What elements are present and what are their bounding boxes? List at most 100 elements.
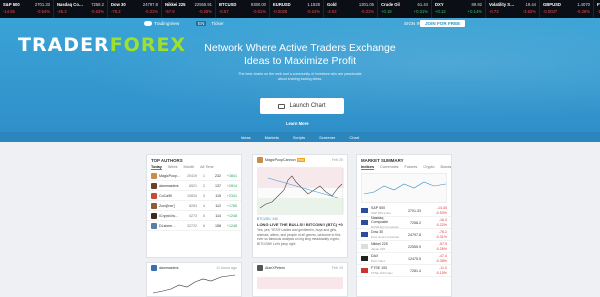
- idea-title[interactable]: LONG LIVE THE BULLS!! BITCOIN!! (BTC) +0: [253, 221, 347, 228]
- author-ideas: 4: [203, 203, 205, 208]
- author-row[interactable]: alanmasters 6521 2 137 +2814: [147, 181, 241, 191]
- author-followers: 10834: [187, 193, 197, 198]
- market-value: 12475.5: [408, 256, 421, 261]
- author-rep: 115: [215, 193, 221, 198]
- author-name[interactable]: DLsimm…: [159, 224, 176, 228]
- ticker-item[interactable]: Volatility S… 19.44 -0.73 -3.62%: [486, 0, 540, 18]
- top-authors-title: TOP AUTHORS: [151, 158, 183, 163]
- sign-in-link[interactable]: SIGN IN: [404, 21, 421, 26]
- author-ideas: 1: [203, 173, 205, 178]
- idea-author[interactable]: MagicPoopCannon: [265, 158, 296, 162]
- flag-icon: [361, 220, 368, 225]
- author-ideas: 5: [203, 213, 205, 218]
- author-row[interactable]: ICryptoVa… 4273 5 114 +1248: [147, 211, 241, 221]
- market-row[interactable]: S&P 500 S&P 500 Index 2701.33 -14.45 -0.53…: [357, 205, 451, 217]
- author-row[interactable]: MagicPoop… 20419 1 232 +3841: [147, 171, 241, 181]
- tab-all-time[interactable]: All Time: [200, 165, 214, 170]
- author-name[interactable]: Zoro[Iner]: [159, 204, 175, 208]
- subnav-item-scripts[interactable]: Scripts: [293, 135, 305, 140]
- market-sub: DAX Index: [371, 258, 386, 263]
- subnav-item-ideas[interactable]: Ideas: [241, 135, 251, 140]
- ticker-item[interactable]: DXY 89.92 +0.13 +0.14%: [432, 0, 486, 18]
- idea-author[interactable]: alanmasters: [159, 266, 179, 270]
- market-tab-futures[interactable]: Futures: [404, 165, 417, 170]
- ticker-item[interactable]: Gold 1301.05 -4.02 -0.31%: [324, 0, 378, 18]
- ticker-pct: -0.54%: [36, 9, 50, 14]
- traderforex-logo: TRADERFOREX: [18, 34, 186, 56]
- ticker-item[interactable]: EURUSD 1.1828 -0.0028 -0.24%: [270, 0, 324, 18]
- market-row[interactable]: FTSE 100 FTSE 100 Index 7281.4 -11.0 -0.15…: [357, 265, 451, 277]
- ticker-item[interactable]: Nikkei 225 22555.91 -57.9 -0.25%: [162, 0, 216, 18]
- ticker-name: Nasdaq Co…: [57, 2, 84, 7]
- author-name[interactable]: MagicPoop…: [159, 174, 181, 178]
- ticker-item[interactable]: GBPUSD 1.4070 -0.0037 -0.26%: [540, 0, 594, 18]
- author-row[interactable]: DLsimm… 32722 6 158 +1248: [147, 221, 241, 231]
- ticker-pct: -0.26%: [576, 9, 590, 14]
- ticker-item[interactable]: Crude Oil 61.44 +0.19 +0.31%: [378, 0, 432, 18]
- launch-chart-button[interactable]: Launch Chart: [260, 98, 344, 114]
- author-name[interactable]: ICryptoVa…: [159, 214, 178, 218]
- market-summary-card: MARKET SUMMARY Indices Currencies Futures C…: [356, 154, 452, 297]
- author-row[interactable]: Zoro[Iner] 8263 4 112 +1765: [147, 201, 241, 211]
- market-value: 2701.33: [408, 208, 421, 213]
- ticker-change: -76.2: [111, 9, 121, 14]
- ticker-value: 1301.05: [358, 2, 374, 7]
- ticker-pct: -0.31%: [144, 9, 158, 14]
- author-name[interactable]: alanmasters: [159, 184, 179, 188]
- hero-subtitle: The best charts on the web and a communi…: [238, 72, 362, 81]
- language-button[interactable]: EN: [196, 21, 207, 26]
- author-followers: 4273: [189, 213, 197, 218]
- ticker-item[interactable]: Nasdaq Co… 7258.2 -46.3 -0.63%: [54, 0, 108, 18]
- ticker-change: -4.02: [327, 9, 337, 14]
- market-tab-currencies[interactable]: Currencies: [380, 165, 398, 170]
- author-row[interactable]: CoCa90 10834 3 115 +2341: [147, 191, 241, 201]
- ticker-item[interactable]: Dow 30 24797.8 -76.2 -0.31%: [108, 0, 162, 18]
- market-tab-indices[interactable]: Indices: [361, 165, 375, 170]
- author-name[interactable]: CoCa90: [159, 194, 172, 198]
- author-avatar: [257, 265, 263, 271]
- ticker-strip: S&P 500 2701.33 -14.55 -0.54% Nasdaq Co… 725…: [0, 0, 600, 18]
- market-row[interactable]: Nasdaq Composite NASDAQ Composite 7258.2 …: [357, 216, 451, 229]
- join-button[interactable]: JOIN FOR FREE: [420, 20, 466, 27]
- subnav-item-chart[interactable]: Chart: [349, 135, 359, 140]
- subnav-item-markets[interactable]: Markets: [265, 135, 279, 140]
- market-sub: S&P 500 Index: [371, 210, 391, 215]
- idea-card-bottom-mid[interactable]: AlanXPeters Feb 19: [252, 262, 348, 297]
- author-followers: 32722: [187, 223, 197, 228]
- candle-chart: [258, 168, 344, 214]
- learn-more-link[interactable]: Learn More: [286, 121, 309, 126]
- market-row[interactable]: Nikkei 225 Japan 225 22555.9 -57.9 -0.26%: [357, 241, 451, 253]
- market-tab-crypto[interactable]: Crypto: [423, 165, 434, 170]
- author-delta: +1248: [226, 223, 237, 228]
- ticker-change: +0.13: [435, 9, 446, 14]
- flag-icon: [361, 232, 368, 237]
- author-rep: 112: [215, 203, 221, 208]
- idea-card-bottom-left[interactable]: alanmasters 11 hours ago: [146, 262, 242, 297]
- tab-today[interactable]: Today: [151, 165, 162, 170]
- ticker-item[interactable]: BTCUSD 9380.00 -0.57 -0.01%: [216, 0, 270, 18]
- flag-icon: [361, 256, 368, 261]
- tradingview-logo[interactable]: TradingView: [144, 21, 179, 26]
- ticker-pct: -0.25%: [198, 9, 212, 14]
- market-pct: -0.38%: [435, 258, 447, 263]
- tab-week[interactable]: Week: [168, 165, 178, 170]
- subnav-item-screener[interactable]: Screener: [319, 135, 335, 140]
- market-tab-bonds[interactable]: Bonds: [441, 165, 451, 170]
- ticker-menu[interactable]: Ticker: [211, 21, 223, 26]
- market-row[interactable]: DAX DAX Index 12475.5 -47.4 -0.38%: [357, 253, 451, 265]
- idea-chart-thumbnail[interactable]: [257, 167, 344, 215]
- hero-title: Network Where Active Traders Exchange Id…: [204, 42, 396, 67]
- tab-month[interactable]: Month: [184, 165, 195, 170]
- market-row[interactable]: Dow 30 Dow Jones Industrial 24797.8 -76.2…: [357, 229, 451, 241]
- idea-header: alanmasters 11 hours ago: [147, 263, 241, 273]
- ticker-item[interactable]: FTSE 1007281.4 -11.0-0.15%: [594, 0, 600, 18]
- cloud-icon: [144, 21, 152, 26]
- idea-author[interactable]: AlanXPeters: [265, 266, 285, 270]
- top-authors-card: TOP AUTHORS Today Week Month All Time Magic…: [146, 154, 242, 258]
- author-rep: 137: [215, 183, 221, 188]
- ticker-value: 7258.2: [91, 2, 104, 7]
- idea-header: MagicPoopCannon PRO Feb 20: [253, 155, 347, 165]
- ticker-item[interactable]: S&P 500 2701.33 -14.55 -0.54%: [0, 0, 54, 18]
- idea-card[interactable]: MagicPoopCannon PRO Feb 20 BTCUSD, 240 L…: [252, 154, 348, 258]
- ticker-value: 24797.8: [142, 2, 158, 7]
